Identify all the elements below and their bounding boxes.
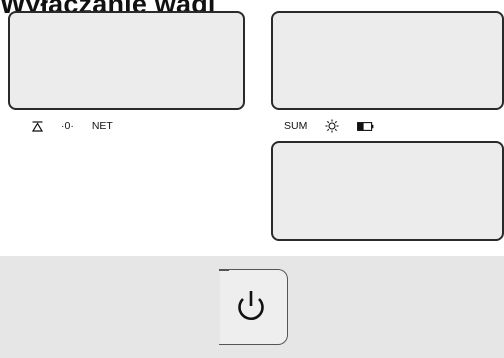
right-indicator-row: SUM (284, 118, 392, 134)
tare-triangle-icon (32, 120, 43, 132)
left-indicator-row: ·0· NET (32, 118, 131, 134)
zero-indicator: ·0· (61, 120, 74, 132)
net-indicator: NET (91, 120, 113, 132)
sum-indicator: SUM (284, 120, 308, 132)
battery-icon (357, 121, 374, 131)
unit-weight-display (271, 11, 504, 110)
control-panel (0, 256, 504, 358)
count-display (271, 141, 504, 241)
weight-display (8, 11, 245, 110)
power-button[interactable] (219, 269, 288, 345)
power-icon (234, 288, 268, 333)
sun-backlight-icon (325, 119, 339, 133)
